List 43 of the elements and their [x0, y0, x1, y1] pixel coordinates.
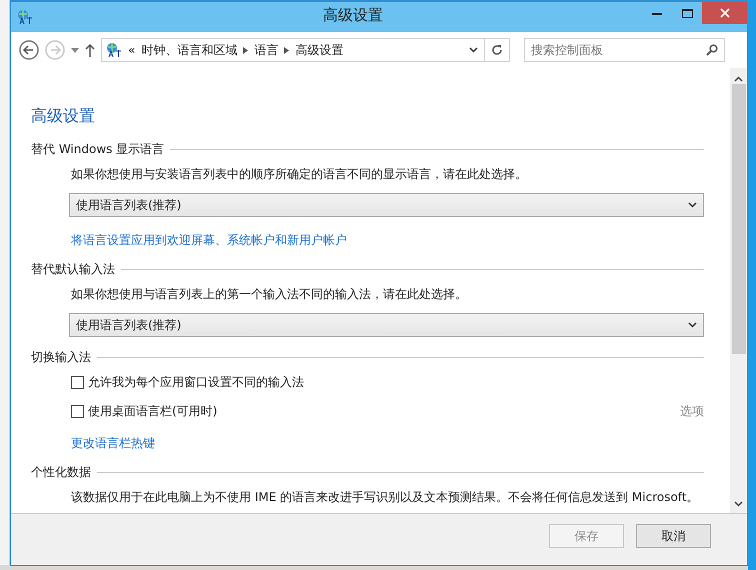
- breadcrumb[interactable]: 高级设置: [295, 42, 344, 58]
- caret-down-icon: [688, 202, 697, 208]
- section-heading: 替代默认输入法: [31, 261, 115, 278]
- description-text: 如果你想使用与语言列表上的第一个输入法不同的输入法，请在此处选择。: [71, 286, 468, 303]
- checkbox[interactable]: [71, 405, 84, 418]
- section-heading: 切换输入法: [31, 349, 91, 366]
- page-title: 高级设置: [31, 106, 96, 127]
- chevron-right-icon: [243, 46, 248, 54]
- globe-language-icon: [17, 9, 33, 25]
- window-title: 高级设置: [323, 6, 383, 24]
- language-dropdown[interactable]: 使用语言列表(推荐): [69, 313, 704, 337]
- description-text: 如果你想使用与安装语言列表中的顺序所确定的语言不同的显示语言，请在此处选择。: [71, 166, 528, 183]
- checkbox[interactable]: [71, 376, 84, 389]
- globe-language-icon: [106, 42, 122, 58]
- up-button[interactable]: [85, 43, 95, 57]
- search-icon: [706, 44, 718, 56]
- section-heading: 替代 Windows 显示语言: [31, 141, 164, 158]
- close-button[interactable]: [702, 2, 747, 24]
- refresh-icon: [491, 44, 503, 56]
- minimize-icon: [652, 12, 662, 14]
- language-dropdown[interactable]: 使用语言列表(推荐): [69, 193, 704, 217]
- maximize-icon: [682, 8, 692, 18]
- section-heading: 个性化数据: [31, 464, 91, 481]
- settings-link[interactable]: 更改语言栏热键: [71, 435, 155, 452]
- dialog-button[interactable]: 取消: [636, 524, 711, 548]
- chevron-right-icon: [284, 46, 290, 54]
- close-icon: [720, 8, 730, 18]
- scrollbar[interactable]: [730, 68, 747, 513]
- settings-link[interactable]: 将语言设置应用到欢迎屏幕、系统帐户和新用户帐户: [71, 232, 347, 249]
- recent-dropdown-button[interactable]: [71, 48, 79, 52]
- breadcrumb[interactable]: 时钟、语言和区域: [141, 42, 238, 58]
- description-text: 该数据仅用于在此电脑上为不使用 IME 的语言来改进手写识别以及文本预测结果。不会将任何信息发送到 Microsoft。: [71, 489, 700, 506]
- checkbox-label[interactable]: 允许我为每个应用窗口设置不同的输入法: [88, 374, 304, 391]
- caret-down-icon: [469, 47, 478, 53]
- address-bar[interactable]: « 时钟、语言和区域 语言 高级设置: [101, 38, 510, 62]
- search-field[interactable]: 搜索控制面板: [524, 38, 725, 62]
- scroll-up-icon[interactable]: [734, 76, 743, 82]
- checkbox-label[interactable]: 使用桌面语言栏(可用时): [88, 403, 218, 420]
- scroll-down-icon[interactable]: [734, 501, 743, 507]
- caret-down-icon: [688, 322, 697, 328]
- breadcrumb[interactable]: 语言: [254, 42, 278, 58]
- back-button[interactable]: [19, 40, 39, 60]
- overflow-chevron[interactable]: «: [128, 43, 136, 57]
